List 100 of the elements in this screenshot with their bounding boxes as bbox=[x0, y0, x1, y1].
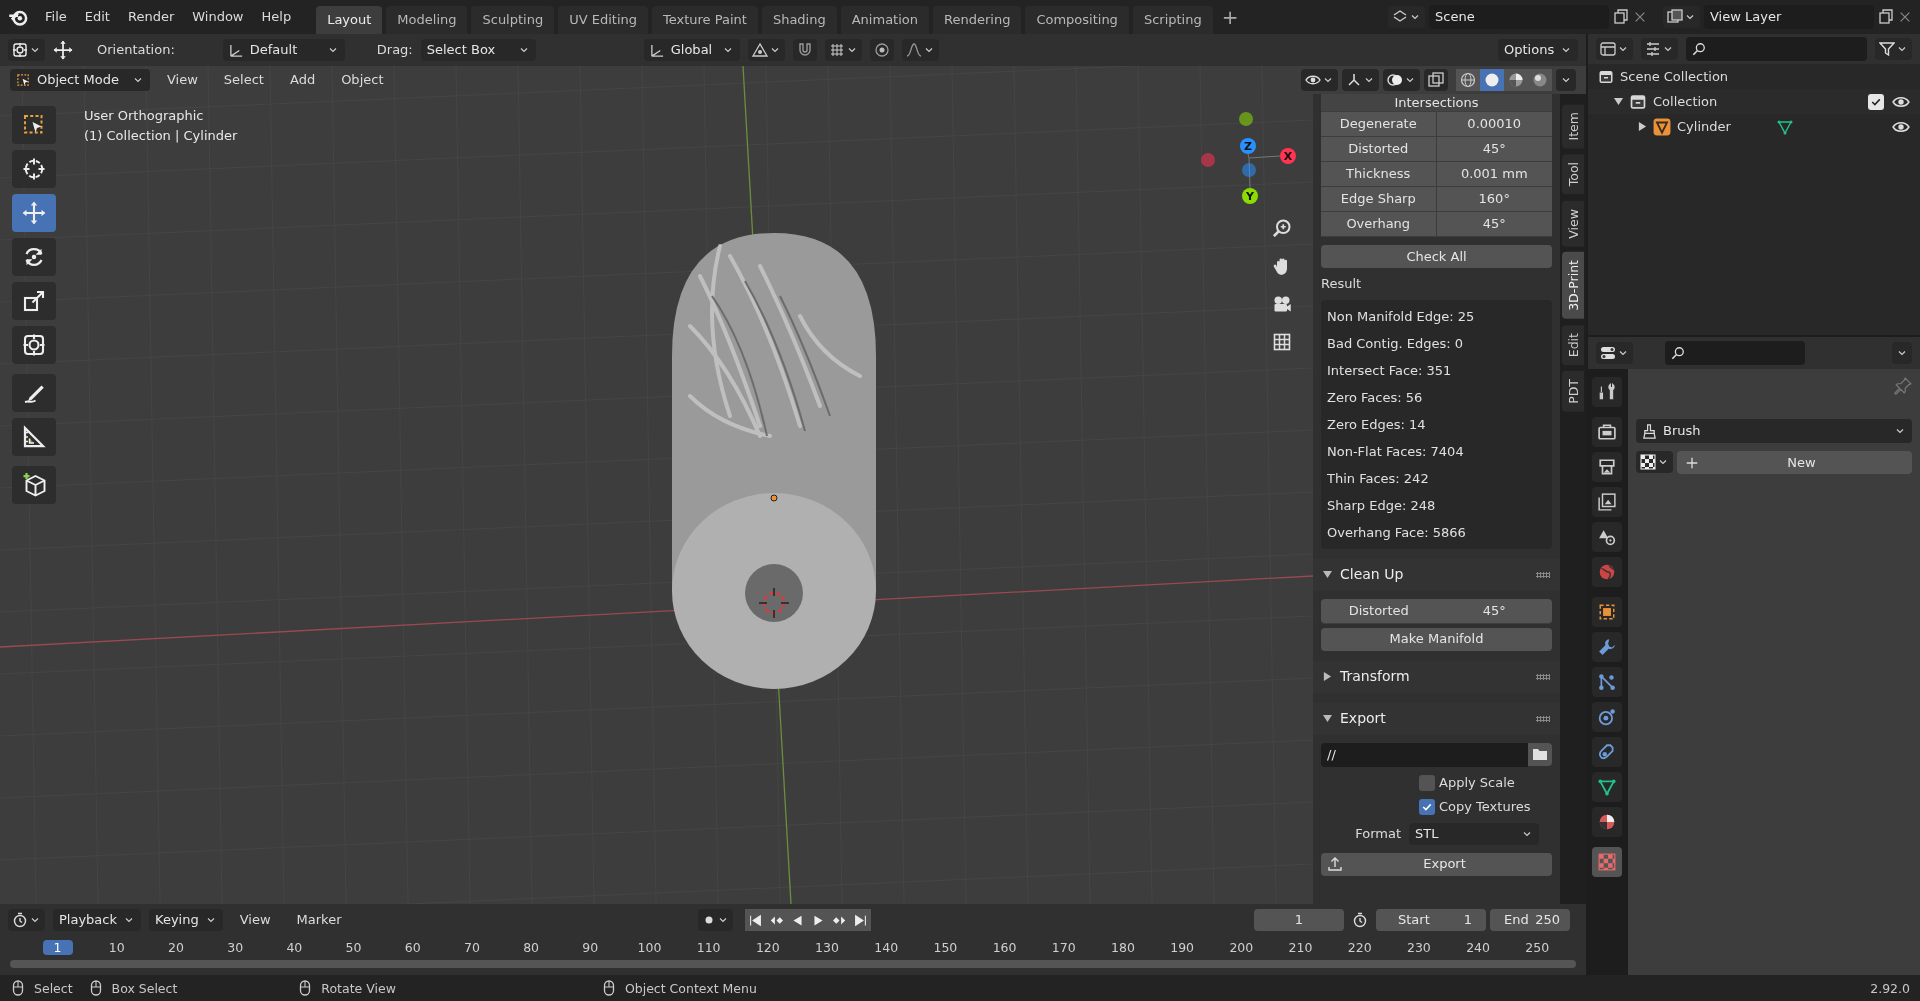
close-icon[interactable] bbox=[1633, 10, 1647, 24]
new-button[interactable]: New bbox=[1677, 451, 1912, 474]
menu-item[interactable]: Object bbox=[332, 69, 393, 91]
start-frame-field[interactable]: Start 1 bbox=[1376, 909, 1486, 931]
make-manifold-button[interactable]: Make Manifold bbox=[1321, 627, 1552, 651]
view-layer-field[interactable]: View Layer bbox=[1704, 5, 1874, 29]
snap-button[interactable] bbox=[792, 39, 817, 61]
rotate-tool-button[interactable] bbox=[12, 238, 56, 276]
move-tool-button[interactable] bbox=[12, 194, 56, 232]
current-frame-marker[interactable]: 1 bbox=[42, 939, 73, 955]
menu-dropdown[interactable]: Playback bbox=[53, 909, 141, 931]
workspace-tab[interactable]: UV Editing bbox=[558, 6, 648, 34]
close-icon[interactable] bbox=[1898, 10, 1912, 24]
gizmo-axis-handle[interactable] bbox=[1242, 163, 1256, 177]
workspace-tab[interactable]: Rendering bbox=[933, 6, 1022, 34]
add-workspace-button[interactable]: + bbox=[1212, 2, 1248, 32]
gizmo-axis-handle[interactable]: Y bbox=[1242, 188, 1258, 204]
checkbox[interactable] bbox=[1419, 798, 1435, 815]
editor-type-button[interactable] bbox=[8, 909, 45, 931]
properties-tab[interactable] bbox=[1592, 737, 1622, 767]
check-all-button[interactable]: Check All bbox=[1321, 245, 1552, 268]
add-cube-tool-button[interactable] bbox=[12, 466, 56, 504]
properties-tab[interactable] bbox=[1592, 417, 1622, 447]
tree-item[interactable]: Collection bbox=[1653, 93, 1718, 110]
rendered-shading-button[interactable] bbox=[1528, 69, 1552, 91]
folder-button[interactable] bbox=[1528, 742, 1552, 766]
path-field[interactable]: // bbox=[1321, 742, 1528, 767]
workspace-tab[interactable]: Texture Paint bbox=[652, 6, 758, 34]
tree-item[interactable]: Cylinder bbox=[1677, 118, 1731, 135]
menu-item[interactable]: Window bbox=[183, 6, 253, 28]
properties-tab[interactable] bbox=[1592, 772, 1622, 802]
search-field[interactable] bbox=[1665, 341, 1805, 365]
sidebar-tab[interactable]: Item bbox=[1562, 104, 1584, 149]
snap-target-button[interactable] bbox=[824, 39, 862, 61]
tool-settings-button[interactable] bbox=[8, 39, 45, 61]
menu-item[interactable]: Edit bbox=[75, 6, 119, 28]
new-layer-icon[interactable] bbox=[1878, 9, 1894, 25]
menu-item[interactable]: File bbox=[36, 6, 76, 28]
scene-field[interactable]: Scene bbox=[1429, 5, 1609, 29]
options-dropdown[interactable]: Options bbox=[1498, 39, 1578, 61]
value-field[interactable]: 160° bbox=[1436, 187, 1552, 212]
workspace-tab[interactable]: Animation bbox=[840, 6, 929, 34]
current-frame-field[interactable]: 1 bbox=[1254, 909, 1344, 931]
drag-handle-icon[interactable] bbox=[1536, 715, 1550, 722]
filter-button[interactable] bbox=[1875, 38, 1912, 60]
workspace-tab[interactable]: Sculpting bbox=[471, 6, 555, 34]
properties-tab[interactable] bbox=[1592, 667, 1622, 697]
orientation-dropdown[interactable]: Default bbox=[222, 39, 345, 61]
format-dropdown[interactable]: STL bbox=[1409, 822, 1539, 845]
export-button[interactable]: Export bbox=[1321, 852, 1552, 876]
sidebar-tab[interactable]: Edit bbox=[1562, 325, 1584, 366]
editor-type-button[interactable] bbox=[1596, 342, 1633, 364]
scene-button[interactable] bbox=[1388, 6, 1425, 28]
properties-tab[interactable] bbox=[1592, 807, 1622, 837]
workspace-tab[interactable]: Scripting bbox=[1132, 6, 1213, 34]
jump-end-button[interactable] bbox=[850, 909, 872, 931]
gizmo-button[interactable] bbox=[1342, 69, 1379, 91]
shading-options-button[interactable] bbox=[1556, 69, 1576, 91]
stopwatch-icon[interactable] bbox=[1352, 912, 1368, 928]
properties-tab[interactable] bbox=[1592, 377, 1622, 407]
texture-browse-button[interactable] bbox=[1636, 451, 1673, 473]
value-field[interactable]: 45° bbox=[1436, 598, 1552, 624]
gizmo-axis-handle[interactable] bbox=[1201, 153, 1215, 167]
annotate-tool-button[interactable] bbox=[12, 374, 56, 412]
workspace-tab[interactable]: Compositing bbox=[1025, 6, 1129, 34]
drag-dropdown[interactable]: Select Box bbox=[420, 39, 536, 61]
material-shading-button[interactable] bbox=[1504, 69, 1528, 91]
proportional-edit-button[interactable] bbox=[869, 39, 894, 61]
menu-item[interactable]: Select bbox=[214, 69, 273, 91]
gizmo-axis-handle[interactable]: Z bbox=[1240, 138, 1256, 154]
workspace-tab[interactable]: Layout bbox=[316, 6, 383, 34]
falloff-button[interactable] bbox=[901, 39, 939, 61]
properties-tab[interactable] bbox=[1592, 597, 1622, 627]
transform-tool-button[interactable] bbox=[12, 326, 56, 364]
end-frame-field[interactable]: End 250 bbox=[1490, 909, 1570, 931]
menu-item[interactable]: Add bbox=[280, 69, 325, 91]
menu-item[interactable]: Marker bbox=[287, 909, 351, 931]
brush-dropdown[interactable]: Brush bbox=[1636, 419, 1912, 443]
overlay-button[interactable] bbox=[1383, 69, 1420, 91]
mode-dropdown[interactable]: Object Mode bbox=[10, 69, 150, 91]
drag-handle-icon[interactable] bbox=[1536, 571, 1550, 578]
menu-item[interactable]: View bbox=[158, 69, 207, 91]
checkbox[interactable] bbox=[1868, 93, 1884, 110]
collapse-triangle-icon[interactable] bbox=[1638, 122, 1647, 131]
transform-orientation-dropdown[interactable]: Global bbox=[643, 39, 740, 61]
menu-item[interactable]: Render bbox=[118, 6, 184, 28]
sidebar-tab[interactable]: PDT bbox=[1562, 371, 1584, 413]
scrollbar[interactable] bbox=[10, 960, 1576, 968]
menu-dropdown[interactable]: Keying bbox=[149, 909, 223, 931]
workspace-tab[interactable]: Shading bbox=[761, 6, 837, 34]
sidebar-tab[interactable]: 3D-Print bbox=[1562, 252, 1584, 320]
cursor-tool-button[interactable] bbox=[12, 150, 56, 188]
visibility-button[interactable] bbox=[1301, 69, 1338, 91]
xray-button[interactable] bbox=[1424, 69, 1448, 91]
tree-item[interactable]: Scene Collection bbox=[1620, 68, 1729, 85]
gizmo-axis-handle[interactable]: X bbox=[1280, 148, 1296, 164]
sidebar-tab[interactable]: Tool bbox=[1562, 154, 1584, 195]
editor-type-button[interactable] bbox=[1596, 38, 1633, 60]
solid-shading-button[interactable] bbox=[1480, 69, 1504, 91]
menu-item[interactable]: Help bbox=[252, 6, 301, 28]
